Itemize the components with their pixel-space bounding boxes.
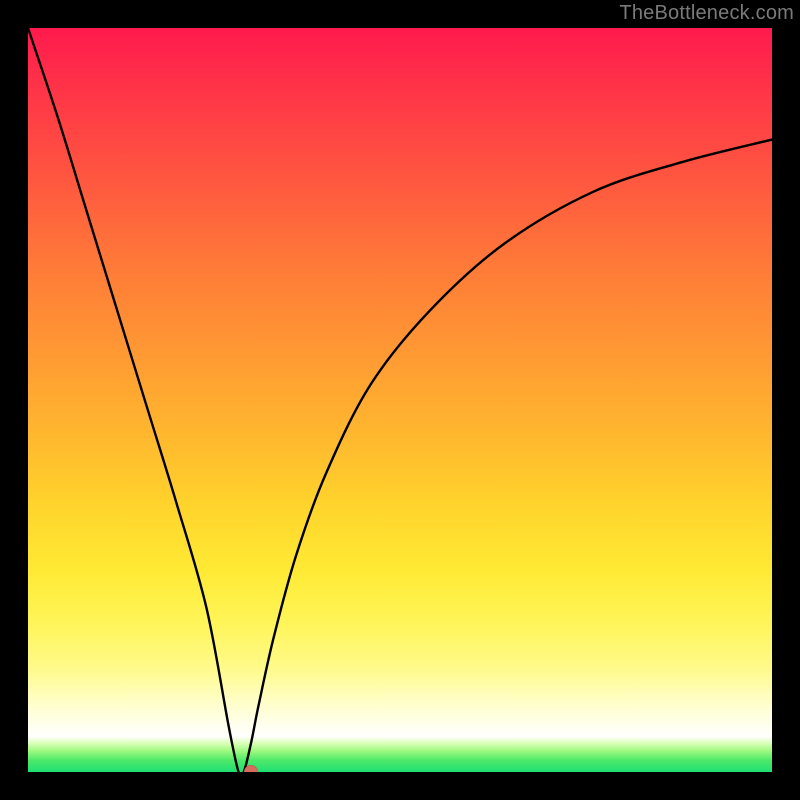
- watermark-text: TheBottleneck.com: [619, 2, 794, 25]
- curve-path: [28, 28, 772, 772]
- curve-svg: [28, 28, 772, 772]
- plot-area: [28, 28, 772, 772]
- chart-frame: TheBottleneck.com: [0, 0, 800, 800]
- minimum-marker-icon: [244, 765, 258, 772]
